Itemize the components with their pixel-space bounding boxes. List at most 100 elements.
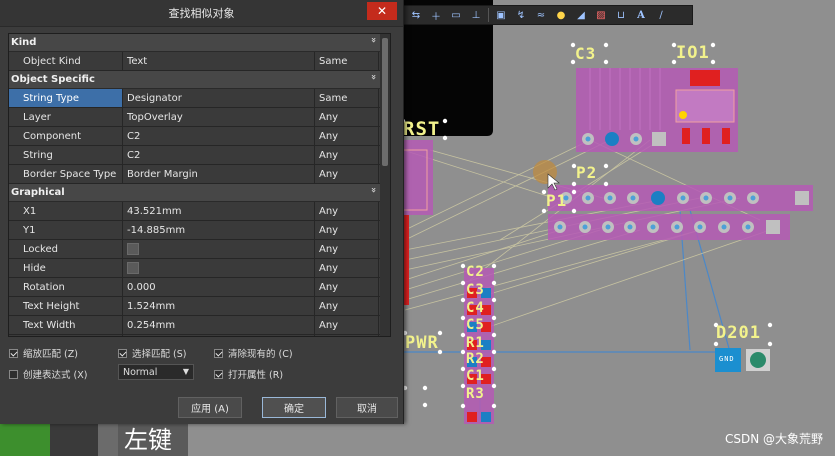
match-select[interactable]: Any [315, 108, 379, 126]
property-value[interactable]: TopOverlay [123, 108, 315, 126]
open-inspector-checkbox[interactable] [214, 369, 223, 379]
property-row[interactable]: Component C2 Any [9, 127, 390, 146]
diff-pair-icon[interactable]: ≈ [533, 7, 549, 23]
property-row[interactable]: Layer TopOverlay Any [9, 108, 390, 127]
select-matching-checkbox[interactable] [118, 348, 127, 358]
match-select[interactable]: Any [315, 165, 379, 183]
designator-pwr[interactable]: PWR [405, 333, 439, 353]
designator-p1[interactable]: P1 [546, 191, 567, 210]
via-icon[interactable]: ● [553, 7, 569, 23]
polygon-icon[interactable]: ◢ [573, 7, 589, 23]
option-clear-existing[interactable]: 清除现有的 (C) [214, 346, 293, 360]
cancel-button[interactable]: 取消 [336, 397, 398, 418]
grid-scrollbar[interactable] [380, 34, 390, 336]
property-value[interactable]: 43.521mm [123, 202, 315, 220]
property-row[interactable]: Text Width 0.254mm Any [9, 316, 390, 335]
designator-r3[interactable]: R3 [466, 386, 485, 402]
property-value[interactable] [123, 259, 315, 277]
property-checkbox[interactable] [127, 243, 139, 255]
collapse-chevron-icon[interactable]: » [368, 37, 378, 43]
align-icon[interactable]: ⊥ [468, 7, 484, 23]
route-icon[interactable]: ↯ [513, 7, 529, 23]
match-select[interactable]: Any [315, 316, 379, 334]
property-row[interactable]: Object Kind Text Same [9, 52, 390, 71]
match-select[interactable]: Any [315, 221, 379, 239]
property-row[interactable]: Hide Any [9, 259, 390, 278]
property-value[interactable]: Border Margin [123, 165, 315, 183]
property-value[interactable]: 1.524mm [123, 297, 315, 315]
select-matching-label: 选择匹配 (S) [132, 349, 187, 360]
filter-icon[interactable]: ⇆ [408, 7, 424, 23]
property-value[interactable]: Designator [123, 89, 315, 107]
option-select-matching[interactable]: 选择匹配 (S) [118, 346, 186, 360]
option-zoom-matching[interactable]: 缩放匹配 (Z) [9, 346, 78, 360]
collapse-chevron-icon[interactable]: » [368, 74, 378, 80]
property-name: Border Space Type [9, 165, 123, 183]
match-value: Any [319, 168, 339, 180]
dimension-icon[interactable]: ⊔ [613, 7, 629, 23]
designator-r2[interactable]: R2 [466, 351, 485, 367]
apply-button[interactable]: 应用 (A) [178, 397, 242, 418]
property-value[interactable]: Text [123, 52, 315, 70]
designator-c5[interactable]: C5 [466, 317, 485, 333]
property-value[interactable]: C2 [123, 127, 315, 145]
property-row[interactable]: Stroke FontDefaultAny [9, 335, 390, 336]
property-value[interactable]: C2 [123, 146, 315, 164]
designator-d201[interactable]: D201 [716, 323, 761, 343]
create-expression-checkbox[interactable] [9, 369, 18, 379]
match-select[interactable]: Any [315, 297, 379, 315]
property-value[interactable]: 0.000 [123, 278, 315, 296]
group-header[interactable]: Kind » [9, 34, 390, 52]
property-value[interactable]: Default [123, 335, 315, 336]
property-value[interactable]: 0.254mm [123, 316, 315, 334]
close-button[interactable]: ✕ [367, 2, 397, 20]
designator-io1[interactable]: IO1 [676, 43, 710, 63]
property-row[interactable]: String Type Designator Same [9, 89, 390, 108]
match-select[interactable]: Any [315, 202, 379, 220]
property-row[interactable]: Text Height 1.524mm Any [9, 297, 390, 316]
property-row[interactable]: String C2 Any [9, 146, 390, 165]
property-value[interactable]: -14.885mm [123, 221, 315, 239]
designator-c1[interactable]: C1 [466, 368, 485, 384]
property-row[interactable]: X1 43.521mm Any [9, 202, 390, 221]
match-select[interactable]: Any [315, 240, 379, 258]
property-row[interactable]: Border Space Type Border Margin Any [9, 165, 390, 184]
clear-existing-checkbox[interactable] [214, 348, 223, 358]
match-select[interactable]: Same [315, 89, 379, 107]
text-icon[interactable]: A [633, 7, 649, 23]
crosshair-icon[interactable]: ＋ [428, 7, 444, 23]
property-row[interactable]: Locked Any [9, 240, 390, 259]
designator-c2[interactable]: C2 [466, 264, 485, 280]
group-header[interactable]: Graphical » [9, 184, 390, 202]
zoom-matching-checkbox[interactable] [9, 348, 18, 358]
property-row[interactable]: Rotation 0.000 Any [9, 278, 390, 297]
select-rect-icon[interactable]: ▭ [448, 7, 464, 23]
group-header[interactable]: Object Specific » [9, 71, 390, 89]
match-select[interactable]: Any [315, 127, 379, 145]
match-select[interactable]: Any [315, 146, 379, 164]
property-checkbox[interactable] [127, 262, 139, 274]
collapse-chevron-icon[interactable]: » [368, 187, 378, 193]
option-create-expression[interactable]: 创建表达式 (X) [9, 367, 87, 381]
designator-c4[interactable]: C4 [466, 300, 485, 316]
property-value[interactable] [123, 240, 315, 258]
designator-r1[interactable]: R1 [466, 335, 485, 351]
ok-button[interactable]: 确定 [262, 397, 326, 418]
match-select[interactable]: Any [315, 259, 379, 277]
designator-p2[interactable]: P2 [576, 163, 597, 182]
designator-label[interactable]: C3 [575, 44, 596, 63]
dialog-title-bar[interactable]: 查找相似对象 ✕ [0, 0, 403, 27]
option-open-inspector[interactable]: 打开属性 (R) [214, 367, 283, 381]
match-select[interactable]: Any [315, 335, 379, 336]
keepout-icon[interactable]: ▨ [593, 7, 609, 23]
scrollbar-thumb[interactable] [382, 38, 388, 166]
property-grid[interactable]: Kind » Object Kind Text Same Object Specific »… [8, 33, 391, 337]
mask-mode-select[interactable]: Normal ▼ [118, 364, 194, 380]
property-row[interactable]: Y1 -14.885mm Any [9, 221, 390, 240]
designator-c3[interactable]: C3 [466, 282, 485, 298]
match-select[interactable]: Any [315, 278, 379, 296]
designator-rst[interactable]: RST [403, 118, 440, 140]
line-icon[interactable]: ∕ [653, 7, 669, 23]
place-component-icon[interactable]: ▣ [493, 7, 509, 23]
match-select[interactable]: Same [315, 52, 379, 70]
